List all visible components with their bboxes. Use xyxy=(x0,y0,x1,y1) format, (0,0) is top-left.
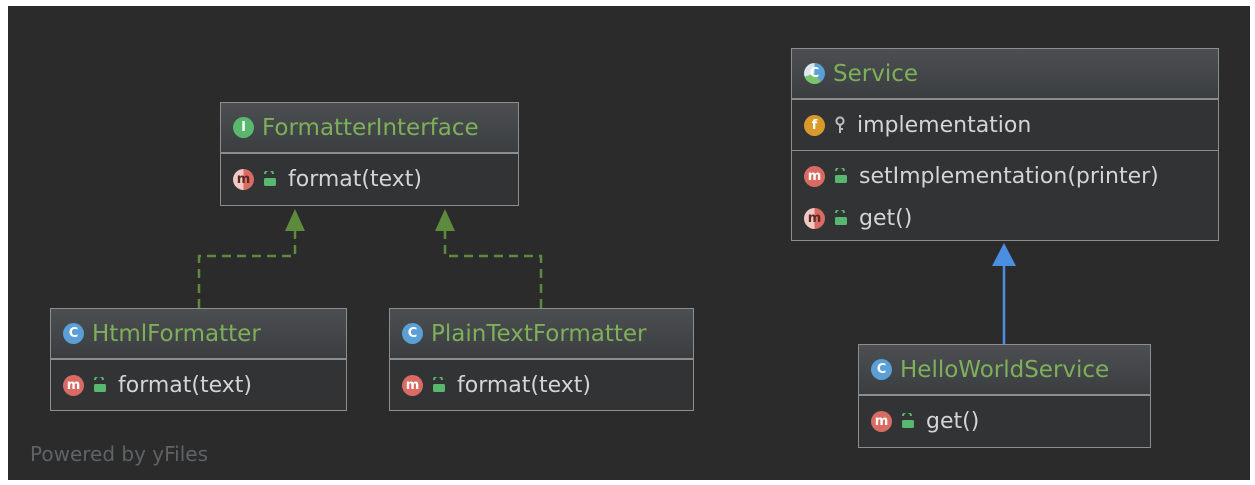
lock-open-icon xyxy=(433,377,445,392)
method-icon: m xyxy=(871,410,892,432)
node-title: HtmlFormatter xyxy=(92,320,261,347)
method-icon: m xyxy=(402,374,423,396)
methods-section: m format(text) xyxy=(51,359,346,410)
field-label: implementation xyxy=(857,112,1032,138)
methods-section: m get() xyxy=(859,395,1150,446)
node-title: Service xyxy=(833,60,919,87)
node-hello-world-service[interactable]: C HelloWorldService m get() xyxy=(858,344,1151,448)
methods-section: m format(text) xyxy=(390,359,693,410)
node-service[interactable]: C Service f implementation m setImplemen… xyxy=(791,48,1219,241)
realization-edge-plain-text-formatter xyxy=(435,209,543,308)
class-icon: C xyxy=(402,323,423,344)
method-label: format(text) xyxy=(457,372,591,398)
method-label: format(text) xyxy=(118,372,252,398)
node-title: FormatterInterface xyxy=(262,114,479,141)
method-row[interactable]: m format(text) xyxy=(221,158,518,200)
lock-open-icon xyxy=(835,168,847,183)
methods-section: m format(text) xyxy=(221,153,518,204)
node-header: C HelloWorldService xyxy=(859,345,1150,395)
realization-arrowhead xyxy=(435,209,455,231)
lock-open-icon xyxy=(264,171,276,186)
lock-open-icon xyxy=(94,377,106,392)
method-row[interactable]: m format(text) xyxy=(390,364,693,406)
method-row[interactable]: m get() xyxy=(792,197,1218,239)
lock-open-icon xyxy=(835,210,847,225)
node-title: HelloWorldService xyxy=(900,356,1110,383)
method-label: get() xyxy=(926,408,980,434)
diagram-canvas: I FormatterInterface m format(text) C Ht… xyxy=(8,6,1250,480)
node-plain-text-formatter[interactable]: C PlainTextFormatter m format(text) xyxy=(389,308,694,411)
fields-section: f implementation xyxy=(792,99,1218,150)
lock-open-icon xyxy=(902,413,914,428)
node-header: C PlainTextFormatter xyxy=(390,309,693,359)
abstract-method-icon: m xyxy=(804,207,825,229)
method-row[interactable]: m get() xyxy=(859,400,1150,442)
field-row[interactable]: f implementation xyxy=(792,104,1218,146)
node-formatter-interface[interactable]: I FormatterInterface m format(text) xyxy=(220,102,519,206)
method-icon: m xyxy=(63,374,84,396)
node-header: C Service xyxy=(792,49,1218,99)
interface-icon: I xyxy=(233,117,254,138)
node-header: C HtmlFormatter xyxy=(51,309,346,359)
field-icon: f xyxy=(804,114,825,136)
node-title: PlainTextFormatter xyxy=(431,320,647,347)
inheritance-edge-hello-world-service xyxy=(992,243,1016,344)
method-label: setImplementation(printer) xyxy=(859,163,1159,189)
inheritance-arrowhead xyxy=(992,243,1016,266)
method-label: get() xyxy=(859,205,913,231)
key-icon xyxy=(835,116,845,133)
method-icon: m xyxy=(804,165,825,187)
node-header: I FormatterInterface xyxy=(221,103,518,153)
node-html-formatter[interactable]: C HtmlFormatter m format(text) xyxy=(50,308,347,411)
powered-by-footer: Powered by yFiles xyxy=(30,442,208,466)
abstract-class-icon: C xyxy=(804,63,825,84)
method-row[interactable]: m setImplementation(printer) xyxy=(792,155,1218,197)
methods-section: m setImplementation(printer) m get() xyxy=(792,150,1218,243)
class-icon: C xyxy=(63,323,84,344)
method-row[interactable]: m format(text) xyxy=(51,364,346,406)
method-label: format(text) xyxy=(288,166,422,192)
abstract-method-icon: m xyxy=(233,168,254,190)
realization-edge-html-formatter xyxy=(197,209,305,308)
realization-arrowhead xyxy=(285,209,305,231)
class-icon: C xyxy=(871,359,892,380)
